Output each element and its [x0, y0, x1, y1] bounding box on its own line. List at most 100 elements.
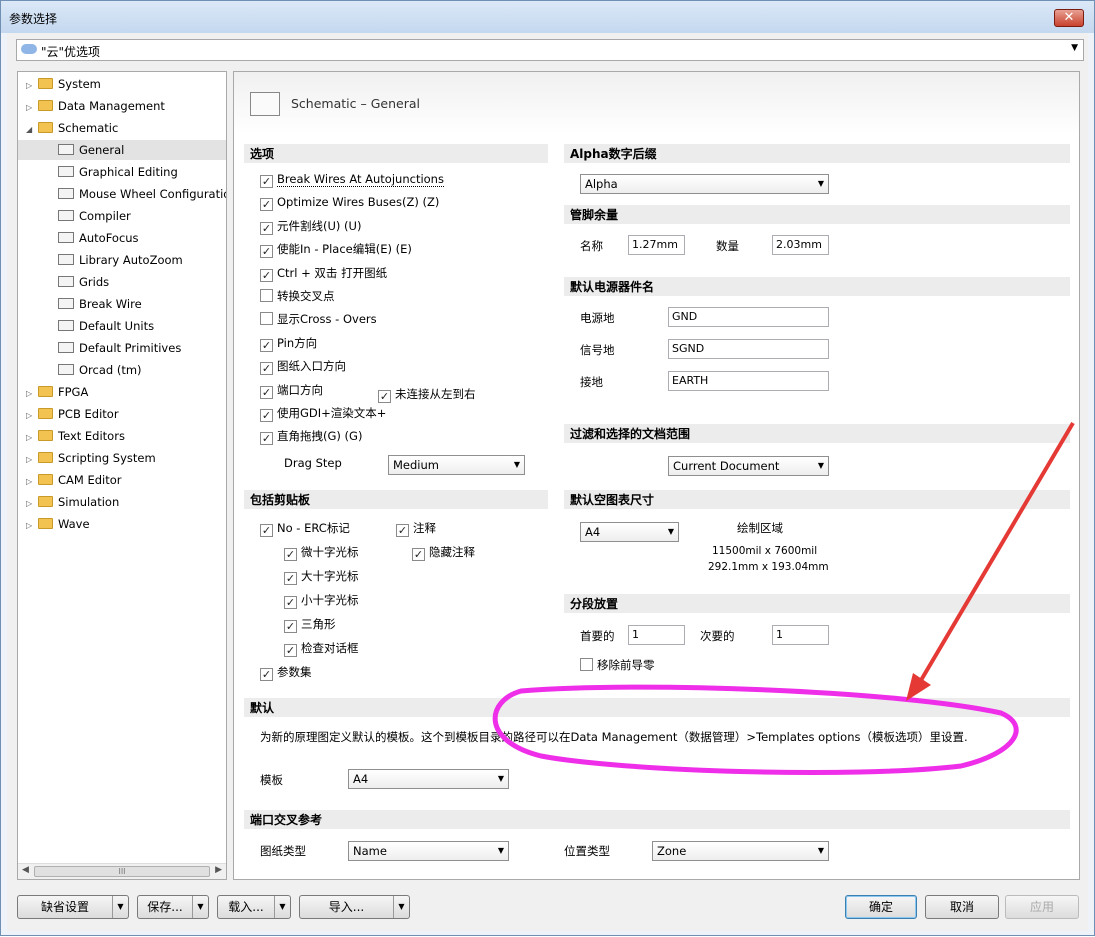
option-checkbox[interactable]: 转换交叉点 — [260, 287, 335, 307]
collapsed-triangle-icon[interactable]: ▷ — [26, 472, 38, 492]
option-checkbox[interactable]: ✓ Optimize Wires Buses(Z) (Z) — [260, 193, 439, 213]
no-erc-checkbox[interactable]: ✓ No - ERC标记 — [260, 519, 350, 539]
checkbox-box[interactable]: ✓ — [260, 198, 273, 212]
checkbox-box[interactable]: ✓ — [260, 268, 273, 282]
collapsed-triangle-icon[interactable]: ▷ — [26, 516, 38, 536]
collapsed-triangle-icon[interactable]: ▷ — [26, 98, 38, 118]
checkbox-box[interactable] — [260, 289, 273, 302]
checkbox-box[interactable]: ✓ — [260, 432, 273, 446]
tree-item[interactable]: AutoFocus — [58, 228, 226, 248]
option-checkbox[interactable]: ✓ Break Wires At Autojunctions — [260, 170, 444, 190]
expanded-triangle-icon[interactable]: ◢ — [26, 120, 38, 140]
pin-number-margin-input[interactable]: 2.03mm — [772, 235, 829, 255]
checkbox-box[interactable]: ✓ — [284, 596, 297, 609]
tree-item[interactable]: Break Wire — [58, 294, 226, 314]
checkbox-box[interactable]: ✓ — [260, 245, 273, 259]
load-button[interactable]: 载入... ▼ — [217, 895, 291, 919]
tree-item[interactable]: ◢ Schematic — [26, 118, 226, 138]
location-type-select[interactable]: Zone ▼ — [652, 841, 829, 861]
pin-name-margin-input[interactable]: 1.27mm — [628, 235, 685, 255]
chevron-down-icon[interactable]: ▼ — [192, 896, 208, 918]
scroll-thumb[interactable]: III — [34, 866, 210, 877]
scroll-left-icon[interactable]: ◀ — [22, 865, 29, 875]
power-name-input[interactable]: SGND — [668, 339, 829, 359]
alpha-suffix-select[interactable]: Alpha ▼ — [580, 174, 829, 194]
document-scope-select[interactable]: Current Document ▼ — [668, 456, 829, 476]
clipboard-sub-checkbox[interactable]: ✓ 大十字光标 — [284, 567, 359, 587]
tree-item[interactable]: Default Primitives — [58, 338, 226, 358]
tree-item[interactable]: ▷ FPGA — [26, 382, 226, 402]
option-checkbox[interactable]: 显示Cross - Overs — [260, 310, 377, 330]
checkbox-box[interactable]: ✓ — [260, 385, 273, 399]
power-name-input[interactable]: GND — [668, 307, 829, 327]
tree-item[interactable]: ▷ Wave — [26, 514, 226, 534]
template-select[interactable]: A4 ▼ — [348, 769, 509, 789]
tree-item[interactable]: ▷ Scripting System — [26, 448, 226, 468]
scroll-right-icon[interactable]: ▶ — [215, 865, 222, 875]
tree-item[interactable]: ▷ Text Editors — [26, 426, 226, 446]
checkbox-box[interactable]: ✓ — [260, 362, 273, 376]
tree-item[interactable]: ▷ PCB Editor — [26, 404, 226, 424]
option-checkbox[interactable]: ✓ 使用GDI+渲染文本+ — [260, 404, 386, 424]
tree-item[interactable]: ▷ Data Management — [26, 96, 226, 116]
apply-button[interactable]: 应用 — [1005, 895, 1079, 919]
option-checkbox[interactable]: ✓ Pin方向 — [260, 334, 317, 354]
remove-leading-zero-checkbox[interactable]: 移除前导零 — [580, 656, 655, 676]
option-checkbox[interactable]: ✓ 图纸入口方向 — [260, 357, 346, 377]
collapsed-triangle-icon[interactable]: ▷ — [26, 428, 38, 448]
tree-item[interactable]: Library AutoZoom — [58, 250, 226, 270]
tree-horizontal-scrollbar[interactable]: ◀ III ▶ — [18, 863, 226, 879]
ok-button[interactable]: 确定 — [845, 895, 917, 919]
clipboard-sub-checkbox[interactable]: ✓ 小十字光标 — [284, 591, 359, 611]
collapsed-triangle-icon[interactable]: ▷ — [26, 76, 38, 96]
option-checkbox[interactable]: ✓ 使能In - Place编辑(E) (E) — [260, 240, 412, 260]
collapsed-triangle-icon[interactable]: ▷ — [26, 384, 38, 404]
chevron-down-icon[interactable]: ▼ — [112, 896, 128, 918]
option-checkbox[interactable]: ✓ 端口方向 — [260, 381, 323, 401]
clipboard-sub-checkbox[interactable]: ✓ 三角形 — [284, 615, 336, 635]
clipboard-sub-checkbox[interactable]: ✓ 微十字光标 — [284, 543, 359, 563]
chevron-down-icon[interactable]: ▼ — [274, 896, 290, 918]
option-checkbox[interactable]: ✓ 直角拖拽(G) (G) — [260, 427, 362, 447]
checkbox-box[interactable]: ✓ — [378, 390, 391, 403]
note-checkbox[interactable]: ✓ 注释 — [396, 519, 436, 539]
option-checkbox[interactable]: ✓ Ctrl + 双击 打开图纸 — [260, 264, 387, 284]
collapsed-triangle-icon[interactable]: ▷ — [26, 450, 38, 470]
checkbox-box[interactable]: ✓ — [284, 572, 297, 585]
checkbox-box[interactable]: ✓ — [284, 548, 297, 561]
tree-item[interactable]: General — [18, 140, 226, 160]
chevron-down-icon[interactable]: ▼ — [1071, 43, 1078, 53]
checkbox-box[interactable] — [260, 312, 273, 326]
checkbox-box[interactable]: ✓ — [260, 175, 273, 188]
secondary-input[interactable]: 1 — [772, 625, 829, 645]
tree-item[interactable]: ▷ System — [26, 74, 226, 94]
checkbox-box[interactable]: ✓ — [260, 338, 273, 352]
tree-item[interactable]: ▷ CAM Editor — [26, 470, 226, 490]
checkbox-box[interactable]: ✓ — [284, 644, 297, 657]
primary-input[interactable]: 1 — [628, 625, 685, 645]
import-button[interactable]: 导入... ▼ — [299, 895, 410, 919]
collapsed-triangle-icon[interactable]: ▷ — [26, 494, 38, 514]
power-name-input[interactable]: EARTH — [668, 371, 829, 391]
tree-item[interactable]: Orcad (tm) — [58, 360, 226, 380]
cloud-preferences-dropdown[interactable]: "云"优选项 ▼ — [16, 39, 1084, 61]
checkbox-box[interactable]: ✓ — [260, 221, 273, 235]
drag-step-select[interactable]: Medium ▼ — [388, 455, 525, 475]
cancel-button[interactable]: 取消 — [925, 895, 999, 919]
tree-item[interactable]: Compiler — [58, 206, 226, 226]
sheet-size-select[interactable]: A4 ▼ — [580, 522, 679, 542]
close-button[interactable]: ✕ — [1054, 9, 1084, 27]
collapsed-triangle-icon[interactable]: ▷ — [26, 406, 38, 426]
clipboard-sub-checkbox[interactable]: ✓ 检查对话框 — [284, 639, 359, 659]
defaults-button[interactable]: 缺省设置 ▼ — [17, 895, 129, 919]
option-checkbox[interactable]: ✓ 元件割线(U) (U) — [260, 217, 361, 237]
params-checkbox[interactable]: ✓ 参数集 — [260, 663, 312, 683]
save-button[interactable]: 保存... ▼ — [137, 895, 209, 919]
sheet-type-select[interactable]: Name ▼ — [348, 841, 509, 861]
checkbox-box[interactable]: ✓ — [260, 409, 273, 422]
chevron-down-icon[interactable]: ▼ — [393, 896, 409, 918]
tree-item[interactable]: Grids — [58, 272, 226, 292]
hidden-note-checkbox[interactable]: ✓ 隐藏注释 — [412, 543, 475, 563]
unconnected-left-to-right-checkbox[interactable]: ✓ 未连接从左到右 — [378, 385, 476, 405]
tree-item[interactable]: Mouse Wheel Configuration — [58, 184, 226, 204]
